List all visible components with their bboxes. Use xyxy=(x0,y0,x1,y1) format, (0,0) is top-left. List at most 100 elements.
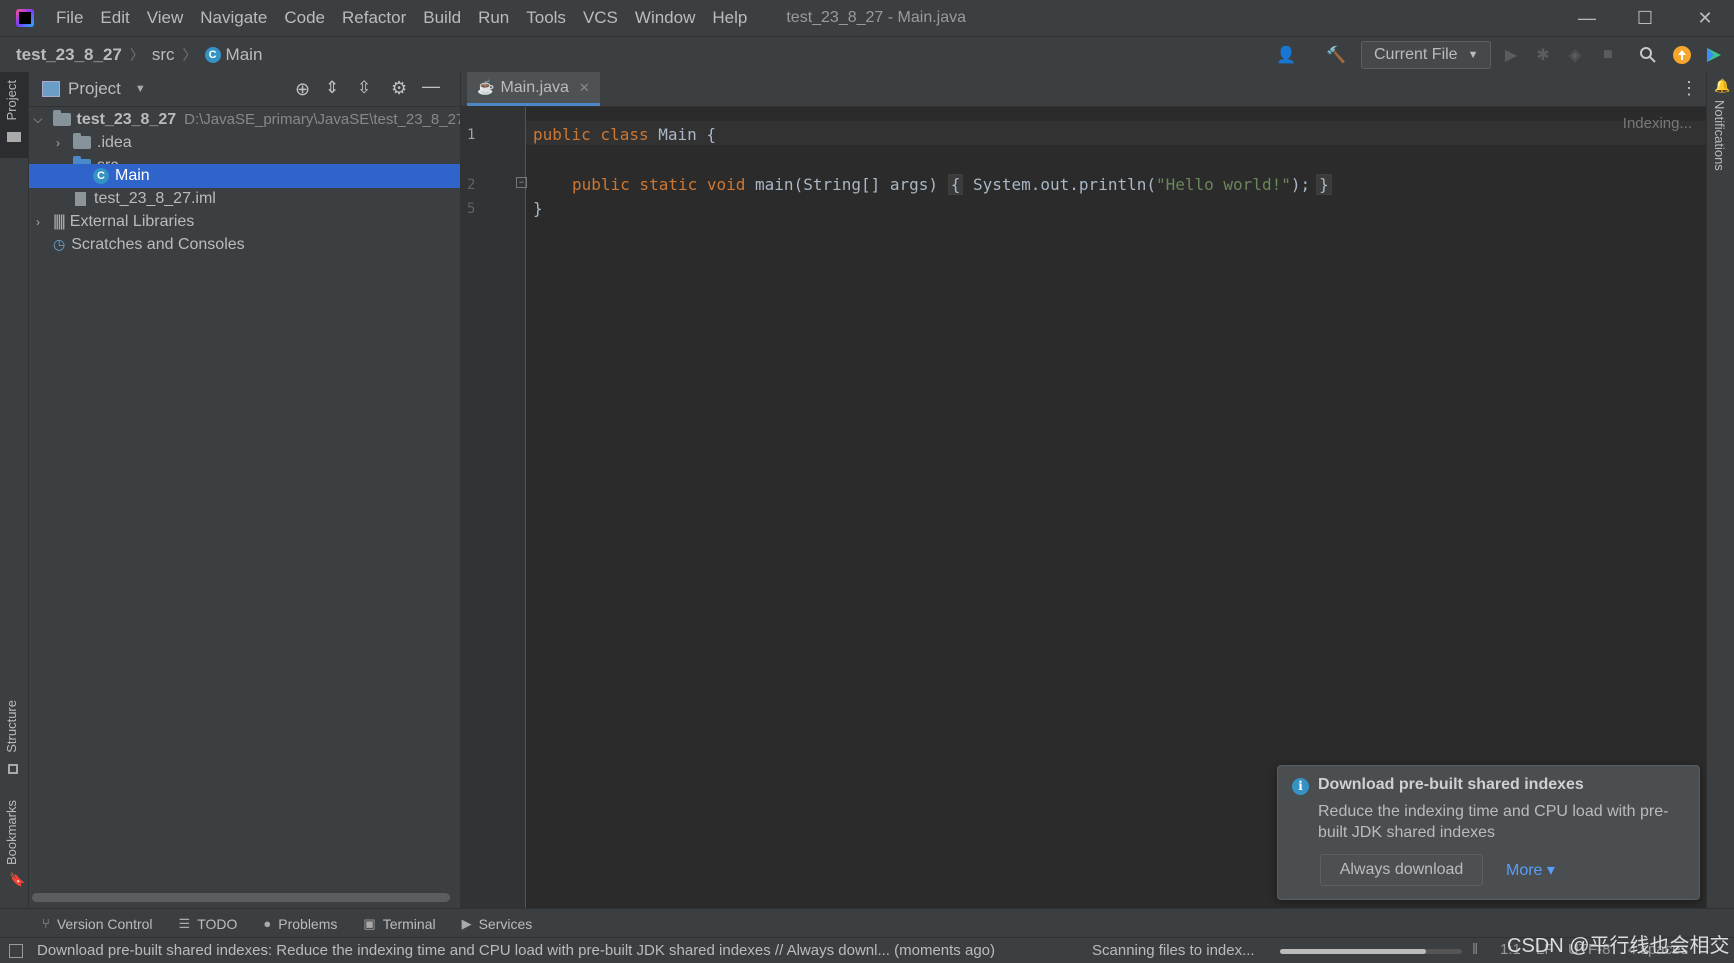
csdn-watermark: CSDN @平行线也会相交 xyxy=(1507,935,1730,957)
keyword: public static void xyxy=(572,175,756,194)
project-view-label[interactable]: Project xyxy=(68,79,121,99)
menu-run[interactable]: Run xyxy=(478,8,509,28)
build-hammer-icon[interactable]: 🔨 xyxy=(1326,45,1346,65)
status-message[interactable]: Download pre-built shared indexes: Reduc… xyxy=(37,942,1072,959)
project-tool-tab[interactable]: Project xyxy=(4,80,19,120)
tree-item-scratches[interactable]: ◷ Scratches and Consoles xyxy=(29,232,460,257)
java-file-icon: ☕ xyxy=(477,79,495,95)
tab-main-java[interactable]: ☕ Main.java ✕ xyxy=(467,72,600,106)
tree-label: External Libraries xyxy=(69,212,195,230)
code-line-3: } xyxy=(533,199,543,218)
search-icon[interactable] xyxy=(1638,45,1658,65)
fold-icon[interactable]: − xyxy=(516,177,527,188)
structure-tool-tab[interactable]: Structure xyxy=(4,700,19,753)
debug-icon[interactable]: ✱ xyxy=(1533,45,1553,65)
stop-icon[interactable]: ■ xyxy=(1598,45,1618,65)
project-panel-header: Project ▼ ⊕ ⇕ ⇳ ⚙ — xyxy=(29,72,460,107)
folder-icon xyxy=(73,133,91,149)
services-icon: ▶ xyxy=(461,915,472,931)
minimize-button[interactable]: — xyxy=(1558,0,1616,36)
java-class-icon: C xyxy=(93,168,109,184)
tree-item-external-libraries[interactable]: › ||||| External Libraries xyxy=(29,209,460,234)
horizontal-scrollbar[interactable] xyxy=(32,893,450,902)
notification-bell-icon[interactable]: 🔔 xyxy=(1714,78,1730,94)
menu-vcs[interactable]: VCS xyxy=(583,8,618,28)
line-number-gutter: 1 2 5 − xyxy=(461,107,527,908)
tool-label: Services xyxy=(478,915,533,932)
pause-icon[interactable]: ‖ xyxy=(1472,941,1478,958)
todo-tool[interactable]: ☰ TODO xyxy=(179,916,238,932)
coverage-icon[interactable]: ◈ xyxy=(1565,45,1585,65)
bookmark-icon: 🔖 xyxy=(9,872,26,887)
update-icon[interactable] xyxy=(1672,45,1692,65)
tree-label: Main xyxy=(115,167,150,184)
chevron-right-icon: 〉 xyxy=(182,47,197,63)
navigation-bar: test_23_8_27 〉 src 〉 C Main 👤 🔨 Current … xyxy=(0,36,1734,74)
gear-icon[interactable]: ⚙ xyxy=(391,78,407,99)
tool-label: TODO xyxy=(197,915,238,932)
problems-icon: ● xyxy=(263,916,272,931)
code-text: System.out.println( xyxy=(963,175,1156,194)
title-bar: File Edit View Navigate Code Refactor Bu… xyxy=(0,0,1734,36)
menu-help[interactable]: Help xyxy=(712,8,747,28)
collapse-all-icon[interactable]: ⇳ xyxy=(357,78,371,98)
more-options-icon[interactable]: ⋮ xyxy=(1680,78,1698,99)
maximize-button[interactable]: ☐ xyxy=(1616,0,1674,36)
line-number: 2 xyxy=(467,177,476,193)
chevron-right-icon: 〉 xyxy=(129,47,144,63)
terminal-icon: ▣ xyxy=(363,915,376,931)
project-view-icon xyxy=(42,81,60,97)
tree-item-idea[interactable]: › .idea xyxy=(29,130,460,155)
menu-file[interactable]: File xyxy=(56,8,83,28)
notifications-tool-tab[interactable]: Notifications xyxy=(1712,100,1727,171)
menu-navigate[interactable]: Navigate xyxy=(200,8,267,28)
select-opened-file-icon[interactable]: ⊕ xyxy=(295,79,310,100)
always-download-button[interactable]: Always download xyxy=(1320,854,1483,886)
folded-brace[interactable]: } xyxy=(1316,174,1332,195)
tree-item-main[interactable]: C Main xyxy=(29,164,460,188)
menu-tools[interactable]: Tools xyxy=(526,8,566,28)
libraries-icon: ||||| xyxy=(53,212,66,230)
menu-edit[interactable]: Edit xyxy=(100,8,129,28)
folded-brace[interactable]: { xyxy=(947,174,964,195)
breadcrumb-src[interactable]: src xyxy=(152,45,175,65)
list-icon: ☰ xyxy=(178,915,191,931)
version-control-tool[interactable]: ⑂ Version Control xyxy=(42,916,153,932)
run-configuration-dropdown[interactable]: Current File ▼ xyxy=(1361,41,1492,69)
jetbrains-ai-icon[interactable] xyxy=(1704,45,1724,65)
terminal-tool[interactable]: ▣ Terminal xyxy=(363,916,435,932)
module-file-icon xyxy=(75,191,86,206)
close-button[interactable]: ✕ xyxy=(1676,0,1734,36)
scratches-icon: ◷ xyxy=(53,236,66,252)
progress-fill xyxy=(1280,949,1426,954)
tool-label: Terminal xyxy=(382,915,436,932)
intellij-logo-icon xyxy=(16,9,34,27)
menu-view[interactable]: View xyxy=(147,8,184,28)
more-dropdown-link[interactable]: More ▾ xyxy=(1506,860,1555,880)
hide-panel-icon[interactable]: — xyxy=(422,76,440,97)
toggle-tool-windows-icon[interactable] xyxy=(9,943,23,958)
run-icon[interactable]: ▶ xyxy=(1501,45,1521,65)
menu-code[interactable]: Code xyxy=(284,8,325,28)
breadcrumb-project[interactable]: test_23_8_27 xyxy=(16,45,122,65)
menu-build[interactable]: Build xyxy=(423,8,461,28)
expand-all-icon[interactable]: ⇕ xyxy=(325,78,339,98)
tool-label: Version Control xyxy=(56,915,153,932)
notification-body: Reduce the indexing time and CPU load wi… xyxy=(1318,803,1669,841)
project-panel: Project ▼ ⊕ ⇕ ⇳ ⚙ — ⌵ test_23_8_27 D:\Ja… xyxy=(29,72,461,908)
code-text: Main { xyxy=(658,125,717,144)
tree-item-iml[interactable]: test_23_8_27.iml xyxy=(29,186,460,211)
bookmarks-tool-tab[interactable]: Bookmarks xyxy=(4,800,19,865)
menu-refactor[interactable]: Refactor xyxy=(342,8,406,28)
menu-window[interactable]: Window xyxy=(635,8,695,28)
close-tab-icon[interactable]: ✕ xyxy=(579,80,590,96)
tree-item-project-root[interactable]: ⌵ test_23_8_27 D:\JavaSE_primary\JavaSE\… xyxy=(29,107,460,132)
breadcrumb-main[interactable]: Main xyxy=(226,45,263,65)
keyword: public class xyxy=(533,125,659,144)
user-icon[interactable]: 👤 xyxy=(1276,45,1296,65)
problems-tool[interactable]: ● Problems xyxy=(263,916,337,932)
project-folder-icon xyxy=(52,110,71,126)
services-tool[interactable]: ▶ Services xyxy=(462,916,533,932)
project-path: D:\JavaSE_primary\JavaSE\test_23_8_27 xyxy=(184,111,460,128)
chevron-down-icon[interactable]: ▼ xyxy=(135,83,146,95)
